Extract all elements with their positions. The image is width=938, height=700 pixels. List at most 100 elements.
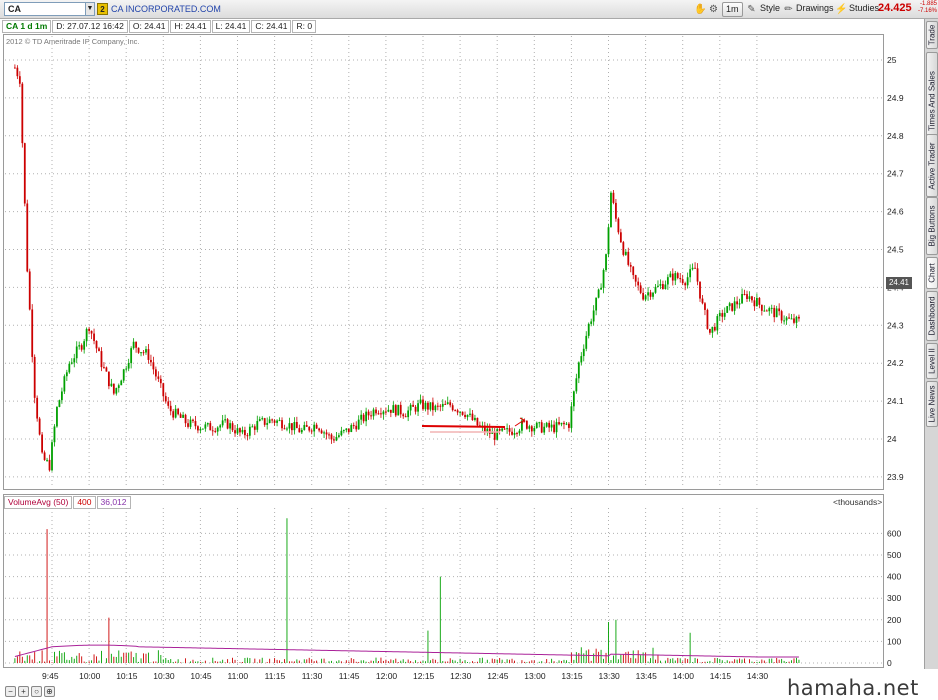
price-candle bbox=[323, 432, 325, 434]
tab-big-buttons[interactable]: Big Buttons bbox=[926, 197, 938, 255]
tab-live-news[interactable]: Live News bbox=[926, 381, 938, 427]
volume-axis-tick-label: 300 bbox=[887, 593, 901, 603]
price-axis-tick-label: 25 bbox=[887, 55, 897, 65]
price-candle bbox=[600, 287, 602, 290]
price-candle bbox=[679, 278, 682, 280]
price-candle bbox=[110, 383, 113, 387]
price-candle bbox=[389, 409, 392, 413]
price-candle bbox=[664, 284, 667, 289]
price-candle bbox=[98, 348, 100, 352]
price-candle bbox=[189, 419, 192, 427]
price-candle bbox=[21, 83, 24, 144]
price-candle bbox=[122, 369, 125, 381]
price-candle bbox=[592, 310, 595, 322]
price-candle bbox=[93, 333, 95, 341]
price-candle bbox=[164, 396, 167, 402]
price-candle bbox=[493, 431, 496, 440]
price-candle bbox=[174, 408, 177, 418]
price-candle bbox=[718, 313, 721, 317]
price-candle bbox=[26, 203, 29, 272]
price-candle bbox=[436, 405, 439, 407]
price-candle bbox=[100, 351, 103, 368]
price-candle bbox=[444, 403, 447, 405]
price-candle bbox=[412, 404, 415, 407]
price-candle bbox=[246, 435, 249, 437]
tab-trade[interactable]: Trade bbox=[926, 21, 938, 49]
price-candle bbox=[684, 283, 687, 286]
price-candle bbox=[619, 232, 622, 243]
price-candle bbox=[607, 227, 610, 255]
tab-dashboard[interactable]: Dashboard bbox=[926, 291, 938, 341]
price-candle bbox=[770, 307, 773, 309]
price-candle bbox=[783, 320, 786, 322]
price-candle bbox=[60, 391, 63, 401]
price-candle bbox=[83, 341, 86, 350]
price-candle bbox=[731, 303, 734, 311]
zoom-out-icon[interactable]: − bbox=[5, 686, 16, 697]
price-candle bbox=[330, 434, 333, 440]
price-candle bbox=[308, 426, 311, 431]
price-candle bbox=[632, 266, 635, 276]
price-candle bbox=[622, 242, 625, 255]
price-candle bbox=[461, 411, 464, 415]
zoom-fit-icon[interactable]: ⊕ bbox=[44, 686, 55, 697]
price-candle bbox=[674, 273, 677, 281]
tab-chart[interactable]: Chart bbox=[926, 257, 938, 289]
price-candle bbox=[261, 418, 264, 420]
price-axis-tick-label: 24.3 bbox=[887, 320, 904, 330]
price-axis-tick-label: 24 bbox=[887, 434, 897, 444]
zoom-reset-icon[interactable]: ○ bbox=[31, 686, 42, 697]
price-candle bbox=[197, 426, 199, 431]
price-candle bbox=[78, 345, 81, 347]
zoom-in-icon[interactable]: + bbox=[18, 686, 29, 697]
price-candle bbox=[565, 423, 568, 425]
time-axis-tick-label: 13:30 bbox=[599, 671, 621, 681]
tab-active-trader[interactable]: Active Trader bbox=[926, 134, 938, 197]
price-candle bbox=[90, 330, 93, 334]
price-candle bbox=[449, 402, 452, 406]
price-candle bbox=[572, 391, 575, 407]
chart-window: CA ▼ 2 CA INCORPORATED.COM ✋ ⚙ 1m ✎ Styl… bbox=[0, 0, 938, 700]
price-candle bbox=[530, 426, 533, 432]
price-candle bbox=[728, 303, 731, 307]
price-candle bbox=[671, 273, 674, 281]
price-candle bbox=[204, 424, 207, 429]
price-candle bbox=[392, 405, 395, 413]
price-candle bbox=[422, 399, 424, 410]
price-candle bbox=[726, 306, 729, 313]
price-candle bbox=[701, 298, 704, 304]
price-candle bbox=[380, 413, 382, 415]
price-candle bbox=[516, 433, 518, 435]
price-candle bbox=[469, 413, 471, 415]
price-candle bbox=[793, 318, 795, 323]
price-candle bbox=[535, 422, 538, 428]
price-candle bbox=[704, 303, 706, 310]
current-price-tag: 24.41 bbox=[886, 277, 912, 289]
price-candle bbox=[654, 286, 657, 293]
price-candle bbox=[154, 369, 157, 377]
price-candle bbox=[352, 425, 355, 427]
volume-axis-tick-label: 500 bbox=[887, 550, 901, 560]
price-candle bbox=[501, 428, 504, 431]
price-candle bbox=[214, 430, 217, 432]
price-candle bbox=[795, 316, 798, 323]
price-candle bbox=[431, 402, 434, 411]
tab-level-ii[interactable]: Level II bbox=[926, 343, 938, 379]
price-candle bbox=[234, 430, 236, 434]
price-candle bbox=[652, 292, 654, 297]
price-candle bbox=[748, 296, 751, 299]
price-candle bbox=[46, 459, 48, 461]
time-axis-tick-label: 10:15 bbox=[116, 671, 138, 681]
price-candle bbox=[239, 428, 241, 433]
price-candle bbox=[798, 316, 800, 319]
price-candle bbox=[582, 348, 585, 357]
price-candle bbox=[699, 281, 701, 299]
price-candle bbox=[471, 413, 474, 421]
time-axis-tick-label: 10:30 bbox=[153, 671, 175, 681]
price-candle bbox=[575, 378, 578, 392]
price-candle bbox=[756, 297, 758, 307]
price-candle bbox=[159, 378, 162, 384]
price-candle bbox=[590, 321, 593, 324]
price-axis-tick-label: 24.9 bbox=[887, 93, 904, 103]
price-candle bbox=[142, 352, 145, 354]
